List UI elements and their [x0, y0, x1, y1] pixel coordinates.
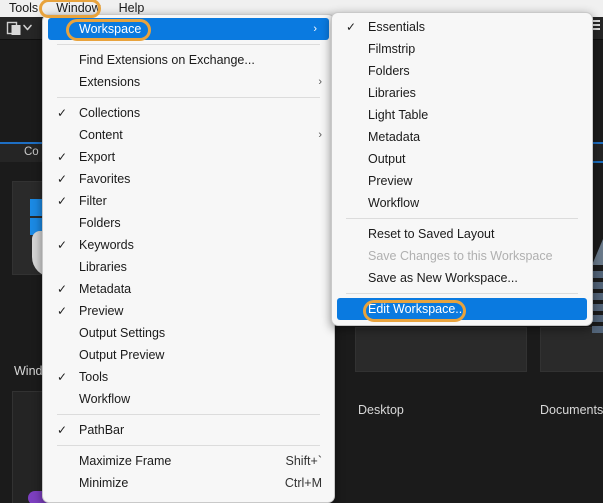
menu-item-label: Find Extensions on Exchange...	[79, 53, 255, 67]
menu-item-keywords[interactable]: ✓ Keywords	[43, 234, 334, 256]
menu-item-label: Workflow	[79, 392, 131, 406]
submenu-item-filmstrip[interactable]: Filmstrip	[332, 38, 592, 60]
submenu-item-save-changes-to-this-workspace: Save Changes to this Workspace	[332, 245, 592, 267]
copy-layers-icon[interactable]	[6, 21, 36, 36]
submenu-item-label: Essentials	[368, 20, 425, 34]
thumbnail-label: Wind	[14, 364, 43, 378]
menu-item-extensions[interactable]: Extensions ›	[43, 71, 334, 93]
submenu-item-libraries[interactable]: Libraries	[332, 82, 592, 104]
submenu-item-output[interactable]: Output	[332, 148, 592, 170]
thumbnail-label: Desktop	[358, 403, 404, 417]
submenu-item-folders[interactable]: Folders	[332, 60, 592, 82]
menu-item-favorites[interactable]: ✓ Favorites	[43, 168, 334, 190]
submenu-item-reset-to-saved-layout[interactable]: Reset to Saved Layout	[332, 223, 592, 245]
menu-item-label: PathBar	[79, 423, 125, 437]
check-icon: ✓	[57, 150, 68, 164]
menu-item-workflow[interactable]: Workflow	[43, 388, 334, 410]
submenu-item-label: Edit Workspace...	[368, 302, 466, 316]
submenu-item-workflow[interactable]: Workflow	[332, 192, 592, 214]
menu-item-label: Maximize Frame	[79, 454, 172, 468]
submenu-item-label: Filmstrip	[368, 42, 416, 56]
menu-item-label: Filter	[79, 194, 107, 208]
submenu-item-label: Folders	[368, 64, 410, 78]
menu-item-shortcut: Ctrl+M	[284, 476, 322, 490]
menubar-item-tools[interactable]: Tools	[0, 0, 47, 17]
menu-item-content[interactable]: Content ›	[43, 124, 334, 146]
check-icon: ✓	[57, 370, 68, 384]
menu-item-label: Collections	[79, 106, 141, 120]
submenu-item-save-as-new-workspace[interactable]: Save as New Workspace...	[332, 267, 592, 289]
menu-item-preview[interactable]: ✓ Preview	[43, 300, 334, 322]
window-dropdown-menu[interactable]: Workspace › Find Extensions on Exchange.…	[42, 14, 335, 503]
menu-item-label: Libraries	[79, 260, 127, 274]
menu-item-folders[interactable]: Folders	[43, 212, 334, 234]
submenu-item-label: Workflow	[368, 196, 420, 210]
submenu-item-essentials[interactable]: ✓ Essentials	[332, 16, 592, 38]
submenu-item-label: Output	[368, 152, 406, 166]
menu-item-label: Extensions	[79, 75, 141, 89]
submenu-item-metadata[interactable]: Metadata	[332, 126, 592, 148]
submenu-item-label: Preview	[368, 174, 413, 188]
submenu-item-label: Reset to Saved Layout	[368, 227, 495, 241]
menu-item-minimize[interactable]: Minimize Ctrl+M	[43, 472, 334, 494]
workspace-submenu[interactable]: ✓ Essentials Filmstrip Folders Libraries…	[331, 12, 593, 326]
menu-item-filter[interactable]: ✓ Filter	[43, 190, 334, 212]
menu-item-libraries[interactable]: Libraries	[43, 256, 334, 278]
check-icon: ✓	[57, 282, 68, 296]
menu-item-label: Output Preview	[79, 348, 165, 362]
menu-item-shortcut: Shift+`	[285, 454, 322, 468]
menu-item-workspace[interactable]: Workspace ›	[48, 18, 329, 40]
submenu-item-label: Metadata	[368, 130, 421, 144]
menu-item-find-extensions-on-exchange[interactable]: Find Extensions on Exchange...	[43, 49, 334, 71]
menu-separator	[57, 44, 320, 45]
menu-item-label: Minimize	[79, 476, 129, 490]
check-icon: ✓	[57, 304, 68, 318]
submenu-item-preview[interactable]: Preview	[332, 170, 592, 192]
accent-line	[592, 161, 603, 163]
menu-item-label: Export	[79, 150, 116, 164]
check-icon: ✓	[57, 106, 68, 120]
menu-separator	[57, 97, 320, 98]
submenu-item-label: Save Changes to this Workspace	[368, 249, 553, 263]
menu-item-output-preview[interactable]: Output Preview	[43, 344, 334, 366]
menu-item-output-settings[interactable]: Output Settings	[43, 322, 334, 344]
menu-separator	[57, 414, 320, 415]
check-icon: ✓	[57, 423, 68, 437]
chevron-right-icon: ›	[318, 129, 322, 141]
menu-separator	[346, 218, 578, 219]
panel-header-label: Co	[24, 146, 39, 158]
submenu-item-label: Light Table	[368, 108, 429, 122]
menu-item-label: Tools	[79, 370, 109, 384]
check-icon: ✓	[346, 20, 357, 34]
thumbnail-tile[interactable]	[355, 327, 527, 372]
submenu-item-label: Libraries	[368, 86, 416, 100]
menu-item-label: Folders	[79, 216, 121, 230]
menu-item-label: Keywords	[79, 238, 134, 252]
menu-item-label: Output Settings	[79, 326, 166, 340]
thumbnail-label: Documents	[540, 403, 603, 417]
preview-strip	[592, 239, 603, 359]
menu-separator	[57, 445, 320, 446]
menu-separator	[346, 293, 578, 294]
menu-item-maximize-frame[interactable]: Maximize Frame Shift+`	[43, 450, 334, 472]
menu-item-pathbar[interactable]: ✓ PathBar	[43, 419, 334, 441]
submenu-item-edit-workspace[interactable]: Edit Workspace...	[337, 298, 587, 320]
check-icon: ✓	[57, 172, 68, 186]
menu-item-label: Workspace	[79, 22, 142, 36]
check-icon: ✓	[57, 238, 68, 252]
submenu-item-light-table[interactable]: Light Table	[332, 104, 592, 126]
menu-item-label: Metadata	[79, 282, 132, 296]
chevron-right-icon: ›	[313, 23, 317, 35]
app-root: Co Wind Desktop Documents Tools Window H…	[0, 0, 603, 503]
menu-item-label: Content	[79, 128, 123, 142]
chevron-right-icon: ›	[318, 76, 322, 88]
submenu-item-label: Save as New Workspace...	[368, 271, 518, 285]
menu-item-export[interactable]: ✓ Export	[43, 146, 334, 168]
menu-item-label: Favorites	[79, 172, 131, 186]
menu-item-tools[interactable]: ✓ Tools	[43, 366, 334, 388]
menu-item-collections[interactable]: ✓ Collections	[43, 102, 334, 124]
check-icon: ✓	[57, 194, 68, 208]
menu-item-metadata[interactable]: ✓ Metadata	[43, 278, 334, 300]
menu-item-label: Preview	[79, 304, 124, 318]
